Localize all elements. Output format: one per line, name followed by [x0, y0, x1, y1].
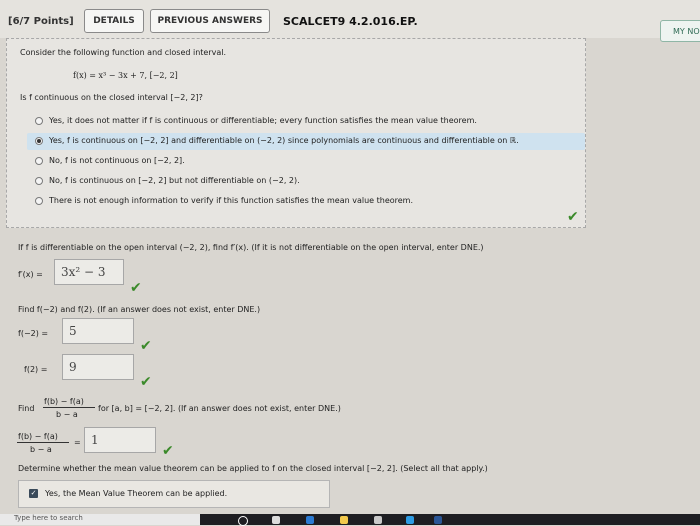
radio-button[interactable] — [35, 157, 43, 165]
question1-ask: Is f continuous on the closed interval [… — [20, 93, 203, 102]
lhs-denominator: b − a — [30, 445, 52, 454]
store-icon[interactable] — [374, 516, 382, 524]
edge-icon[interactable] — [306, 516, 314, 524]
derivative-lhs: f′(x) = — [18, 270, 43, 279]
function-expression: f(x) = x³ − 3x + 7, [−2, 2] — [73, 71, 178, 80]
option-no-not-continuous[interactable]: No, f is not continuous on [−2, 2]. — [27, 153, 585, 170]
question4-prompt: for [a, b] = [−2, 2]. (If an answer does… — [98, 404, 341, 413]
radio-button[interactable] — [35, 117, 43, 125]
radio-button[interactable] — [35, 197, 43, 205]
f-neg2-answer-box[interactable]: 5 — [62, 318, 134, 344]
problem-header: [6/7 Points] DETAILS PREVIOUS ANSWERS SC… — [0, 0, 700, 42]
radio-button[interactable] — [35, 177, 43, 185]
correct-check-icon: ✔ — [567, 209, 579, 225]
fraction-denominator: b − a — [56, 410, 78, 419]
question1-panel: Consider the following function and clos… — [6, 38, 586, 228]
equals-sign: = — [74, 438, 81, 447]
option-label: No, f is not continuous on [−2, 2]. — [49, 156, 185, 165]
mvt-slope-answer-box[interactable]: 1 — [84, 427, 156, 453]
correct-check-icon: ✔ — [140, 338, 152, 354]
option-yes-continuous-differentiable[interactable]: Yes, f is continuous on [−2, 2] and diff… — [27, 133, 585, 150]
lhs-fraction-bar — [17, 442, 69, 443]
photos-icon[interactable] — [406, 516, 414, 524]
f-neg2-lhs: f(−2) = — [18, 329, 49, 338]
option-label: There is not enough information to verif… — [49, 196, 413, 205]
taskbar-search-box[interactable]: Type here to search — [0, 514, 200, 525]
file-explorer-icon[interactable] — [340, 516, 348, 524]
task-view-icon[interactable] — [272, 516, 280, 524]
f-2-lhs: f(2) = — [24, 365, 48, 374]
derivative-answer-box[interactable]: 3x² − 3 — [54, 259, 124, 285]
problem-code: SCALCET9 4.2.016.EP. — [283, 15, 418, 28]
find-label: Find — [18, 404, 35, 413]
my-notes-button[interactable]: MY NO — [660, 20, 700, 42]
mvt-option-box[interactable]: ✓ Yes, the Mean Value Theorem can be app… — [18, 480, 330, 508]
f-2-answer-box[interactable]: 9 — [62, 354, 134, 380]
word-icon[interactable] — [434, 516, 442, 524]
option-no-not-differentiable[interactable]: No, f is continuous on [−2, 2] but not d… — [27, 173, 585, 190]
option-label: Yes, f is continuous on [−2, 2] and diff… — [49, 136, 519, 145]
option-yes-does-not-matter[interactable]: Yes, it does not matter if f is continuo… — [27, 113, 585, 130]
question1-prompt: Consider the following function and clos… — [20, 48, 227, 57]
correct-check-icon: ✔ — [140, 374, 152, 390]
mvt-option-label: Yes, the Mean Value Theorem can be appli… — [45, 489, 228, 498]
checkbox-checked-icon[interactable]: ✓ — [29, 489, 38, 498]
points-label: [6/7 Points] — [8, 16, 74, 27]
details-button[interactable]: DETAILS — [84, 9, 144, 33]
fraction-bar — [43, 407, 95, 408]
option-not-enough-information[interactable]: There is not enough information to verif… — [27, 193, 585, 210]
correct-check-icon: ✔ — [162, 443, 174, 459]
correct-check-icon: ✔ — [130, 280, 142, 296]
fraction-numerator: f(b) − f(a) — [44, 397, 84, 406]
question2-prompt: If f is differentiable on the open inter… — [18, 243, 484, 252]
option-label: No, f is continuous on [−2, 2] but not d… — [49, 176, 300, 185]
lhs-numerator: f(b) − f(a) — [18, 432, 58, 441]
question5-prompt: Determine whether the mean value theorem… — [18, 464, 488, 473]
question3-prompt: Find f(−2) and f(2). (If an answer does … — [18, 305, 261, 314]
previous-answers-button[interactable]: PREVIOUS ANSWERS — [150, 9, 270, 33]
option-label: Yes, it does not matter if f is continuo… — [49, 116, 477, 125]
radio-button-selected[interactable] — [35, 137, 43, 145]
